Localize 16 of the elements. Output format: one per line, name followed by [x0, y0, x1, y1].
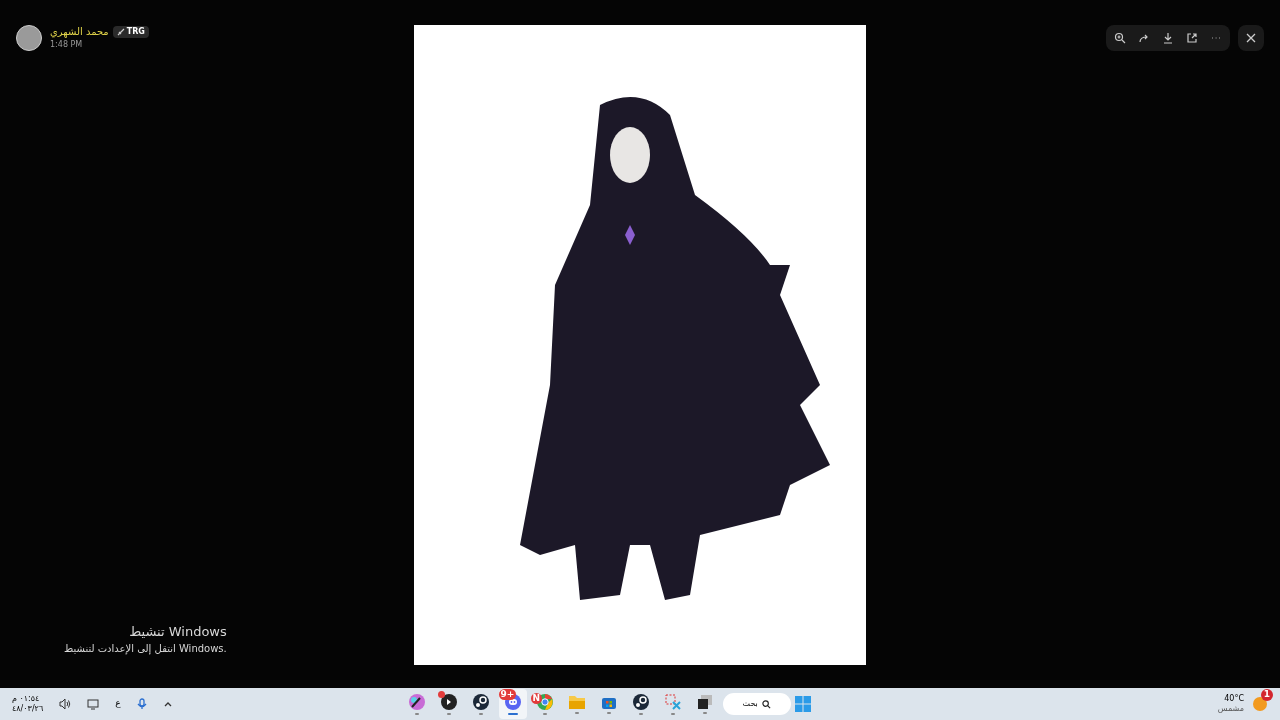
clock-time: ٠١:٥٤ م: [12, 694, 40, 704]
notification-badge: 1: [1261, 689, 1273, 701]
taskbar-app[interactable]: 9+: [498, 689, 527, 719]
notification-badge: N: [530, 693, 543, 704]
taskbar-app[interactable]: N: [530, 689, 559, 719]
search-field[interactable]: بحث: [722, 693, 791, 715]
activation-message: انتقل إلى الإعدادت لتنشيط Windows.: [64, 642, 227, 656]
weather-condition: مشمس: [1217, 704, 1244, 714]
tag-badge: TRG: [112, 25, 149, 38]
timestamp: 1:48 PM: [50, 39, 84, 51]
temperature: 40°C: [1224, 694, 1244, 704]
notification-badge: 9+: [498, 689, 517, 700]
language-indicator[interactable]: ع: [115, 697, 121, 711]
author-name: محمد الشهري: [50, 25, 109, 39]
activation-title: تنشيط Windows: [129, 622, 227, 641]
clock-date: ٤٨/٠٣/٢٦: [12, 704, 44, 714]
